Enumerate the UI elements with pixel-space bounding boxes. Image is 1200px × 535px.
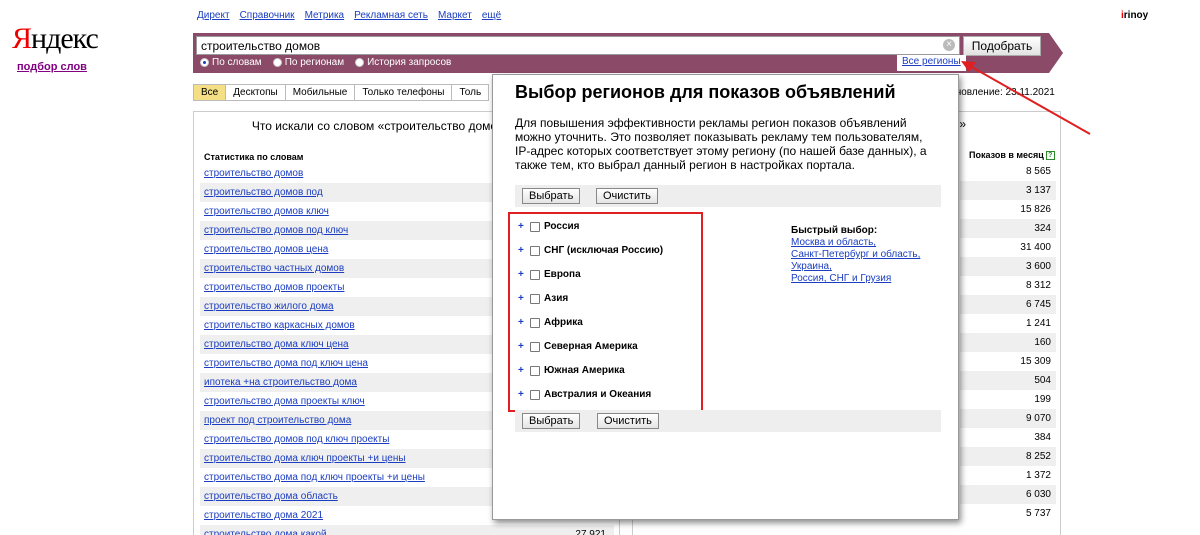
annotation-arrow (961, 61, 1091, 135)
